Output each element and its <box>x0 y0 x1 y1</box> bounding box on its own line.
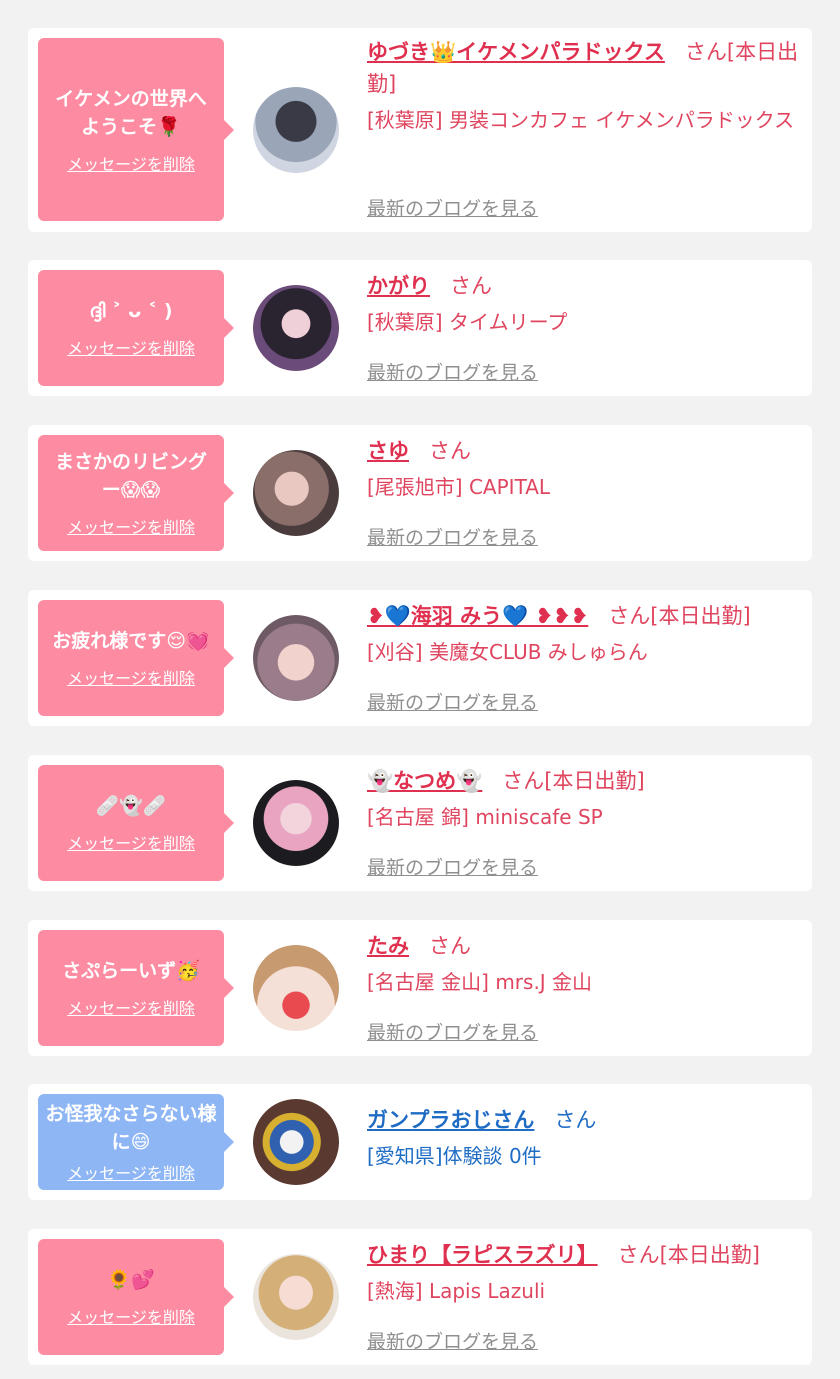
list-item: まさかのリビングー😱😱 メッセージを削除 さゆ さん [尾張旭市] CAPITAL… <box>28 425 812 561</box>
message-bubble: ദ്ദി ˃ ᴗ ˂ ) メッセージを削除 <box>38 270 234 386</box>
name-suffix: さん <box>554 1108 597 1132</box>
latest-blog-link[interactable]: 最新のブログを見る <box>367 853 538 880</box>
message-bubble: 🩹👻🩹 メッセージを削除 <box>38 765 234 881</box>
name-suffix: さん[本日出勤] <box>608 604 751 628</box>
shop-name: [名古屋 金山] mrs.J 金山 <box>367 970 593 994</box>
bubble-message: さぷらーいず🥳 <box>62 960 200 982</box>
message-bubble: まさかのリビングー😱😱 メッセージを削除 <box>38 435 234 551</box>
delete-message-link[interactable]: メッセージを削除 <box>67 1160 195 1184</box>
bubble-message: 🌻💕 <box>107 1269 155 1291</box>
shop-name: [熱海] Lapis Lazuli <box>367 1279 546 1303</box>
latest-blog-link[interactable]: 最新のブログを見る <box>367 688 538 715</box>
bubble-message: お疲れ様です😌💓 <box>52 630 210 652</box>
bubble-message: 🩹👻🩹 <box>95 795 167 817</box>
cast-name-link[interactable]: さゆ <box>367 439 409 463</box>
list-item: ദ്ദി ˃ ᴗ ˂ ) メッセージを削除 かがり さん [秋葉原] タイムリープ… <box>28 260 812 396</box>
shop-name: [秋葉原] タイムリープ <box>367 310 568 334</box>
cast-name-link[interactable]: たみ <box>367 934 409 958</box>
list-item: 🌻💕 メッセージを削除 ひまり【ラピスラズリ】 さん[本日出勤] [熱海] Lap… <box>28 1229 812 1365</box>
avatar[interactable] <box>253 945 339 1031</box>
avatar[interactable] <box>253 615 339 701</box>
name-suffix: さん <box>429 439 471 463</box>
name-suffix: さん <box>450 274 492 298</box>
cast-name-link[interactable]: ひまり【ラピスラズリ】 <box>367 1243 598 1267</box>
name-suffix: さん[本日出勤] <box>617 1243 760 1267</box>
cast-name-link[interactable]: ❥💙海羽 みう💙 ❥❥❥ <box>367 604 588 628</box>
avatar[interactable] <box>253 1099 339 1185</box>
list-item: 🩹👻🩹 メッセージを削除 👻なつめ👻 さん[本日出勤] [名古屋 錦] minis… <box>28 755 812 891</box>
shop-name: [名古屋 錦] miniscafe SP <box>367 805 603 829</box>
message-bubble: イケメンの世界へようこそ🌹 メッセージを削除 <box>38 38 234 221</box>
avatar[interactable] <box>253 450 339 536</box>
latest-blog-link[interactable]: 最新のブログを見る <box>367 194 538 221</box>
delete-message-link[interactable]: メッセージを削除 <box>67 995 195 1019</box>
bubble-message: ദ്ദി ˃ ᴗ ˂ ) <box>89 300 173 322</box>
avatar[interactable] <box>253 87 339 173</box>
latest-blog-link[interactable]: 最新のブログを見る <box>367 1327 538 1354</box>
name-suffix: さん <box>429 934 471 958</box>
shop-name: [秋葉原] 男装コンカフェ イケメンパラドックス <box>367 108 795 132</box>
name-suffix: さん[本日出勤] <box>502 769 645 793</box>
delete-message-link[interactable]: メッセージを削除 <box>67 151 195 175</box>
list-item: お怪我なさらない様に😄 メッセージを削除 ガンプラおじさん さん [愛知県]体験談… <box>28 1084 812 1200</box>
latest-blog-link[interactable]: 最新のブログを見る <box>367 1018 538 1045</box>
message-bubble: お怪我なさらない様に😄 メッセージを削除 <box>38 1094 234 1190</box>
delete-message-link[interactable]: メッセージを削除 <box>67 665 195 689</box>
cast-name-link[interactable]: かがり <box>367 274 430 298</box>
cast-name-link[interactable]: ガンプラおじさん <box>367 1108 534 1132</box>
bubble-message: イケメンの世界へようこそ🌹 <box>55 87 207 138</box>
list-item: イケメンの世界へようこそ🌹 メッセージを削除 ゆづき👑イケメンパラドックス さん[… <box>28 28 812 232</box>
shop-name: [尾張旭市] CAPITAL <box>367 475 551 499</box>
bubble-message: まさかのリビングー😱😱 <box>54 451 207 501</box>
message-bubble: さぷらーいず🥳 メッセージを削除 <box>38 930 234 1046</box>
delete-message-link[interactable]: メッセージを削除 <box>67 1304 195 1328</box>
avatar[interactable] <box>253 780 339 866</box>
latest-blog-link[interactable]: 最新のブログを見る <box>367 358 538 385</box>
bubble-message: お怪我なさらない様に😄 <box>45 1103 217 1153</box>
delete-message-link[interactable]: メッセージを削除 <box>67 830 195 854</box>
shop-name: [刈谷] 美魔女CLUB みしゅらん <box>367 640 648 664</box>
delete-message-link[interactable]: メッセージを削除 <box>67 335 195 359</box>
message-bubble: お疲れ様です😌💓 メッセージを削除 <box>38 600 234 716</box>
cast-name-link[interactable]: 👻なつめ👻 <box>367 769 482 793</box>
review-count: [愛知県]体験談 0件 <box>367 1144 542 1168</box>
delete-message-link[interactable]: メッセージを削除 <box>67 514 195 538</box>
avatar[interactable] <box>253 285 339 371</box>
latest-blog-link[interactable]: 最新のブログを見る <box>367 523 538 550</box>
avatar[interactable] <box>253 1254 339 1340</box>
list-item: さぷらーいず🥳 メッセージを削除 たみ さん [名古屋 金山] mrs.J 金山 … <box>28 920 812 1056</box>
cast-name-link[interactable]: ゆづき👑イケメンパラドックス <box>367 40 665 64</box>
list-item: お疲れ様です😌💓 メッセージを削除 ❥💙海羽 みう💙 ❥❥❥ さん[本日出勤] [… <box>28 590 812 726</box>
message-bubble: 🌻💕 メッセージを削除 <box>38 1239 234 1355</box>
